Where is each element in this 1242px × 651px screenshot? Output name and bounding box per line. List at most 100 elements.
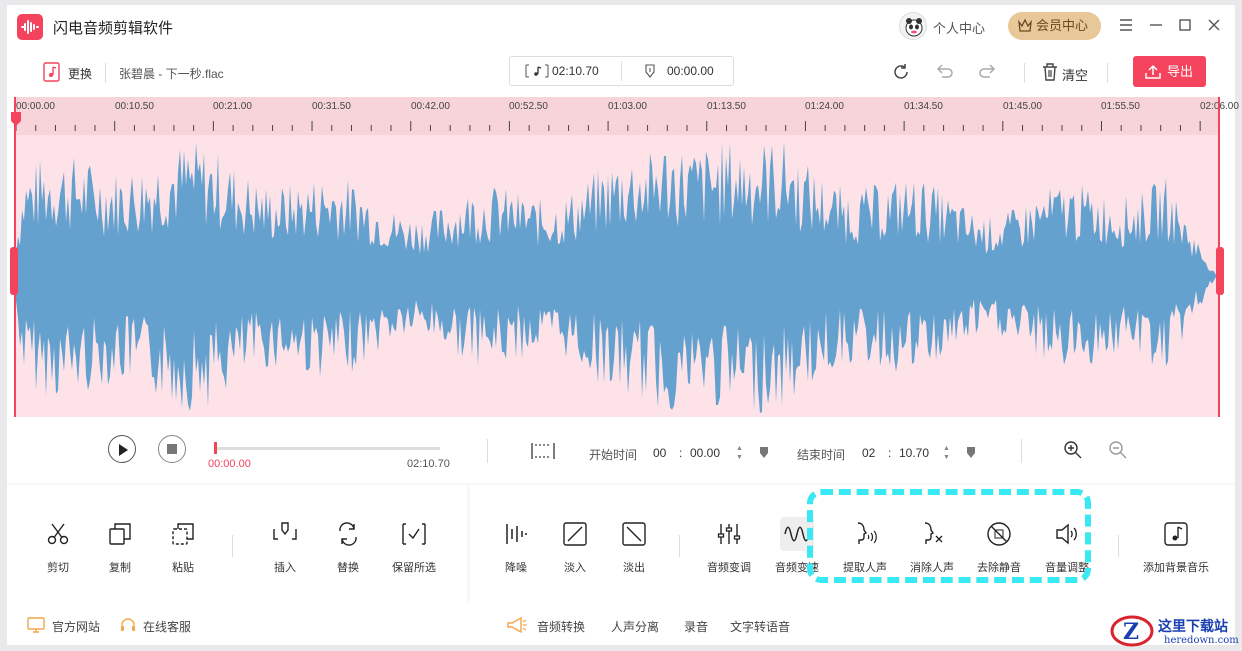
headset-icon <box>121 618 135 631</box>
upload-icon <box>1145 64 1161 79</box>
minimize-icon[interactable] <box>1146 15 1166 35</box>
zoom-out-icon[interactable] <box>1108 440 1128 460</box>
personal-center-link[interactable]: 个人中心 <box>933 18 985 37</box>
fade-in-tool[interactable]: 淡入 <box>542 485 606 603</box>
tts-link[interactable]: 文字转语音 <box>730 618 790 635</box>
keep-selected-tool[interactable]: 保留所选 <box>381 485 445 603</box>
pin-icon[interactable] <box>759 446 769 460</box>
redo-icon[interactable] <box>977 61 999 83</box>
waveform-editor[interactable]: 00:00.00 00:10.50 00:21.00 00:31.50 00:42.00… <box>10 97 1239 417</box>
ruler-label: 01:24.00 <box>805 101 844 112</box>
undo-icon[interactable] <box>933 61 955 83</box>
denoise-tool[interactable]: 降噪 <box>483 485 547 603</box>
edit-tools-panel: 剪切 复制 粘贴 插入 替换 保留所选 <box>7 485 467 603</box>
keep-selection-icon <box>402 523 426 545</box>
paste-icon <box>172 523 194 545</box>
copy-tool[interactable]: 复制 <box>87 485 151 603</box>
waveform-shape <box>14 141 1220 413</box>
playback-controls: 00:00.00 02:10.70 开始时间 00 : 00.00 ▲ ▼ 结束时… <box>7 417 1235 485</box>
record-link[interactable]: 录音 <box>684 618 708 635</box>
maximize-icon[interactable] <box>1175 15 1195 35</box>
position-value: 00:00.00 <box>667 64 714 78</box>
selection-start-handle[interactable] <box>10 247 18 295</box>
menu-icon[interactable] <box>1116 15 1136 35</box>
svg-text:Z: Z <box>1123 619 1139 645</box>
ruler-label: 00:10.50 <box>115 101 154 112</box>
ruler-label: 01:03.00 <box>608 101 647 112</box>
fade-out-label: 淡出 <box>623 562 645 574</box>
export-button[interactable]: 导出 <box>1133 56 1206 87</box>
play-icon <box>119 444 128 456</box>
progress-track[interactable] <box>214 447 440 450</box>
fade-in-icon <box>563 522 587 546</box>
current-time: 00:00.00 <box>208 458 251 470</box>
paste-tool[interactable]: 粘贴 <box>150 485 214 603</box>
fade-out-tool[interactable]: 淡出 <box>601 485 665 603</box>
keep-selected-label: 保留所选 <box>392 562 436 574</box>
selection-end-handle[interactable] <box>1216 247 1224 295</box>
paste-label: 粘贴 <box>172 562 194 574</box>
scissors-icon <box>47 523 69 545</box>
divider <box>105 63 106 83</box>
app-logo-icon <box>17 14 43 40</box>
vip-center-button[interactable]: 会员中心 <box>1008 12 1101 40</box>
playhead-marker-icon[interactable] <box>10 111 22 127</box>
ruler-label: 01:45.00 <box>1003 101 1042 112</box>
watermark-url: heredown.com <box>1164 635 1239 646</box>
divider <box>1024 63 1025 83</box>
avatar[interactable] <box>899 12 927 40</box>
cut-tool[interactable]: 剪切 <box>25 485 89 603</box>
fade-out-icon <box>622 522 646 546</box>
play-button[interactable] <box>108 435 136 463</box>
stop-icon <box>167 444 177 454</box>
colon: : <box>679 446 683 460</box>
replace-tool[interactable]: 替换 <box>315 485 379 603</box>
total-time: 02:10.70 <box>407 458 450 470</box>
ruler-label: 00:52.50 <box>509 101 548 112</box>
end-time-stepper[interactable]: ▲ ▼ <box>943 444 951 462</box>
insert-tool[interactable]: 插入 <box>252 485 316 603</box>
denoise-icon <box>506 524 527 544</box>
divider <box>679 535 680 557</box>
equalizer-icon <box>717 524 741 544</box>
progress-handle[interactable] <box>214 442 217 454</box>
divider <box>1021 439 1022 463</box>
app-title: 闪电音频剪辑软件 <box>53 20 174 37</box>
vocal-separation-link[interactable]: 人声分离 <box>611 618 659 635</box>
title-bar: 闪电音频剪辑软件 个人中心 会员中心 <box>7 5 1235 47</box>
replace-file-button[interactable]: 更换 <box>68 65 92 82</box>
selection-range-icon[interactable] <box>530 441 556 461</box>
pitch-tool[interactable]: 音频变调 <box>696 485 760 603</box>
replace-icon <box>339 522 357 546</box>
vip-center-label: 会员中心 <box>1036 18 1089 33</box>
ruler-label: 01:34.50 <box>904 101 943 112</box>
add-bgm-label: 添加背景音乐 <box>1143 562 1209 574</box>
music-note-icon <box>1164 522 1188 546</box>
colon: : <box>888 446 892 460</box>
ruler-label: 01:55.50 <box>1101 101 1140 112</box>
start-minute-input[interactable]: 00 <box>653 442 666 464</box>
stop-button[interactable] <box>158 435 186 463</box>
highlight-annotation <box>807 489 1091 583</box>
online-service-link[interactable]: 在线客服 <box>143 618 191 635</box>
clear-button[interactable]: 清空 <box>1062 65 1088 84</box>
add-bgm-tool[interactable]: 添加背景音乐 <box>1143 485 1209 603</box>
trash-icon[interactable] <box>1039 61 1061 83</box>
end-time-label: 结束时间 <box>797 448 846 462</box>
refresh-icon[interactable] <box>890 61 912 83</box>
music-file-icon[interactable] <box>43 62 61 82</box>
end-minute-input[interactable]: 02 <box>862 442 875 464</box>
waveform[interactable] <box>14 135 1220 417</box>
end-second-input[interactable]: 10.70 <box>899 442 929 464</box>
zoom-in-icon[interactable] <box>1063 440 1083 460</box>
start-second-input[interactable]: 00.00 <box>690 442 720 464</box>
copy-icon <box>109 523 131 545</box>
start-time-stepper[interactable]: ▲ ▼ <box>736 444 744 462</box>
divider <box>1107 63 1108 83</box>
audio-convert-link[interactable]: 音频转换 <box>537 618 585 635</box>
close-icon[interactable] <box>1204 15 1224 35</box>
official-site-link[interactable]: 官方网站 <box>52 618 100 635</box>
pin-icon[interactable] <box>966 446 976 460</box>
divider <box>1118 535 1119 557</box>
time-ruler[interactable]: 00:00.00 00:10.50 00:21.00 00:31.50 00:42.00… <box>14 97 1239 135</box>
